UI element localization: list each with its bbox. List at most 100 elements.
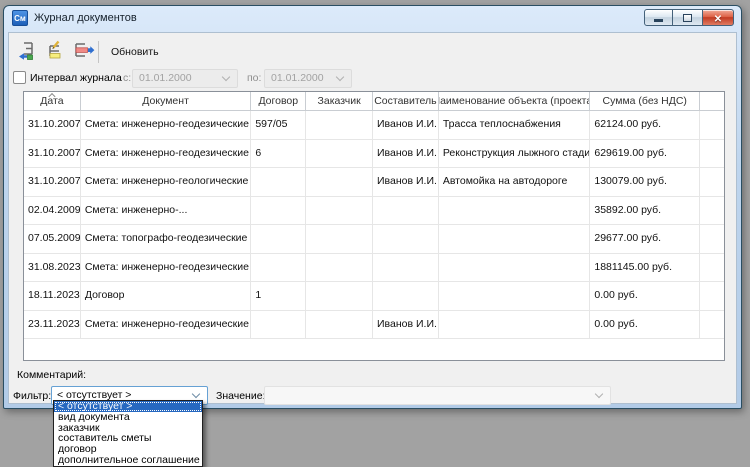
- table-row[interactable]: 31.10.2007Смета: инженерно-геодезические…: [24, 140, 724, 169]
- table-cell: Смета: инженерно-геологические ...: [81, 168, 251, 196]
- table-cell: [700, 254, 724, 282]
- table-cell: 0.00 руб.: [590, 311, 700, 339]
- column-header-empty[interactable]: [700, 92, 724, 110]
- column-header[interactable]: Составитель: [373, 92, 439, 110]
- table-cell: Иванов И.И.: [373, 111, 439, 139]
- table-cell: [700, 225, 724, 253]
- filter-value-label: Значение:: [216, 390, 265, 402]
- table-cell: 18.11.2023: [24, 282, 81, 310]
- table-cell: 1: [251, 282, 306, 310]
- table-cell: [306, 168, 373, 196]
- table-cell: 31.08.2023: [24, 254, 81, 282]
- table-cell: [251, 168, 306, 196]
- toolbar-separator: [98, 41, 99, 63]
- chevron-down-icon: [192, 390, 200, 398]
- table-cell: [306, 111, 373, 139]
- comment-label: Комментарий:: [17, 369, 86, 381]
- table-cell: 629619.00 руб.: [590, 140, 700, 168]
- titlebar[interactable]: См Журнал документов: [4, 6, 741, 32]
- column-header-label: Документ: [142, 95, 189, 107]
- edit-entry-button[interactable]: [42, 40, 69, 64]
- chevron-down-icon: [222, 73, 230, 81]
- table-cell: Автомойка на автодороге: [439, 168, 591, 196]
- table-row[interactable]: 18.11.2023Договор10.00 руб.: [24, 282, 724, 311]
- edit-entry-icon: [44, 40, 68, 65]
- table-cell: 07.05.2009: [24, 225, 81, 253]
- filter-option[interactable]: дополнительное соглашение: [54, 455, 202, 466]
- table-cell: [306, 254, 373, 282]
- app-icon: См: [12, 10, 28, 26]
- table-cell: [700, 197, 724, 225]
- column-header[interactable]: Договор: [251, 92, 306, 110]
- table-cell: [251, 225, 306, 253]
- table-cell: Смета: топографо-геодезические ...: [81, 225, 251, 253]
- table-cell: [700, 111, 724, 139]
- add-entry-button[interactable]: [15, 40, 42, 64]
- table-row[interactable]: 31.10.2007Смета: инженерно-геодезические…: [24, 111, 724, 140]
- interval-from-datepicker: 01.01.2000: [132, 69, 238, 88]
- column-header[interactable]: Дата: [24, 92, 81, 110]
- interval-checkbox[interactable]: [13, 71, 26, 84]
- filter-option[interactable]: < отсутствует >: [54, 401, 202, 412]
- table-cell: [700, 140, 724, 168]
- client-area: Обновить Интервал журнала с: 01.01.2000 …: [8, 32, 737, 404]
- table-row[interactable]: 02.04.2009Смета: инженерно-...35892.00 р…: [24, 197, 724, 226]
- table-cell: [700, 311, 724, 339]
- table-cell: [373, 225, 439, 253]
- table-cell: Смета: инженерно-геодезические ...: [81, 111, 251, 139]
- table-cell: [251, 254, 306, 282]
- table-cell: Смета: инженерно-геодезические ...: [81, 254, 251, 282]
- journal-interval-row: Интервал журнала с: 01.01.2000 по: 01.01…: [9, 69, 736, 91]
- table-cell: 130079.00 руб.: [590, 168, 700, 196]
- table-cell: 31.10.2007: [24, 140, 81, 168]
- interval-from-value: 01.01.2000: [139, 70, 192, 87]
- close-icon: [714, 9, 722, 27]
- column-header[interactable]: Заказчик: [306, 92, 373, 110]
- column-header[interactable]: Документ: [81, 92, 252, 110]
- table-cell: [700, 282, 724, 310]
- table-cell: 23.11.2023: [24, 311, 81, 339]
- interval-to-value: 01.01.2000: [271, 70, 324, 87]
- toolbar: Обновить: [15, 39, 167, 65]
- table-cell: 6: [251, 140, 306, 168]
- column-header[interactable]: Сумма (без НДС): [590, 92, 700, 110]
- filter-dropdown-list: < отсутствует >вид документазаказчиксост…: [53, 400, 203, 467]
- column-header[interactable]: Наименование объекта (проекта): [439, 92, 591, 110]
- table-cell: 35892.00 руб.: [590, 197, 700, 225]
- refresh-button[interactable]: Обновить: [103, 42, 167, 62]
- interval-to-label: по:: [247, 72, 261, 84]
- table-row[interactable]: 23.11.2023Смета: инженерно-геодезические…: [24, 311, 724, 340]
- table-row[interactable]: 31.10.2007Смета: инженерно-геологические…: [24, 168, 724, 197]
- minimize-button[interactable]: [644, 9, 673, 26]
- table-row[interactable]: 31.08.2023Смета: инженерно-геодезические…: [24, 254, 724, 283]
- filter-option[interactable]: заказчик: [54, 423, 202, 434]
- delete-entry-button[interactable]: [69, 40, 96, 64]
- table-cell: 02.04.2009: [24, 197, 81, 225]
- close-button[interactable]: [702, 9, 734, 26]
- table-cell: [251, 197, 306, 225]
- table-cell: Трасса теплоснабжения: [439, 111, 591, 139]
- filter-option[interactable]: вид документа: [54, 412, 202, 423]
- maximize-button[interactable]: [673, 9, 702, 26]
- column-header-label: Договор: [258, 95, 298, 107]
- table-cell: Смета: инженерно-геодезические ...: [81, 140, 251, 168]
- interval-from-label: с:: [123, 72, 131, 84]
- table-row[interactable]: 07.05.2009Смета: топографо-геодезические…: [24, 225, 724, 254]
- interval-checkbox-label: Интервал журнала: [30, 72, 122, 84]
- column-header-label: Наименование объекта (проекта): [439, 95, 591, 107]
- column-header-label: Составитель: [374, 95, 436, 107]
- table-cell: [439, 225, 591, 253]
- table-cell: [306, 140, 373, 168]
- table-cell: [439, 282, 591, 310]
- table-cell: 31.10.2007: [24, 168, 81, 196]
- window-title: Журнал документов: [34, 12, 137, 24]
- table-cell: 597/05: [251, 111, 306, 139]
- table-cell: [439, 254, 591, 282]
- table-cell: Договор: [81, 282, 251, 310]
- filter-option[interactable]: составитель сметы: [54, 433, 202, 444]
- table-cell: Иванов И.И.: [373, 311, 439, 339]
- column-header-label: Сумма (без НДС): [603, 95, 687, 107]
- chevron-down-icon: [336, 73, 344, 81]
- filter-option[interactable]: договор: [54, 444, 202, 455]
- filter-value-combobox: [264, 386, 611, 405]
